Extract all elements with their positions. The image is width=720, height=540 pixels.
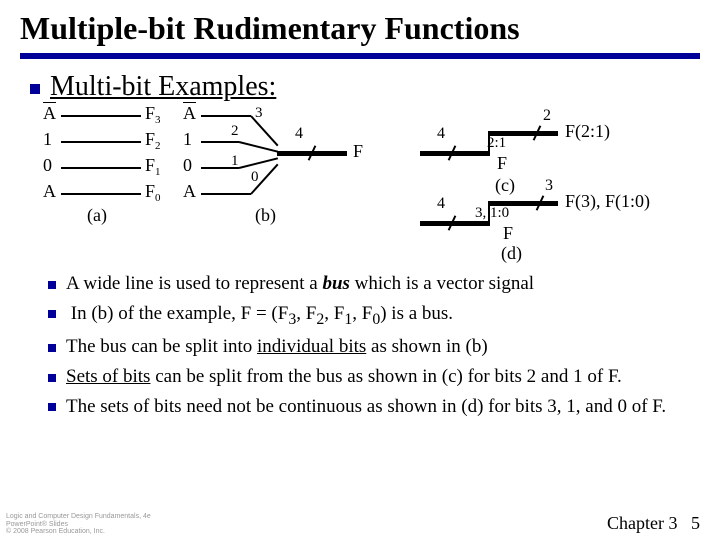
c-out-width: 2 [543, 107, 551, 125]
page-number: 5 [691, 513, 700, 533]
caption-c: (c) [495, 175, 515, 196]
bus-slash-icon [445, 146, 459, 160]
a-out-0: F3 [145, 103, 161, 124]
diag [250, 115, 278, 146]
wire [201, 115, 251, 117]
b-in-2: 0 [183, 155, 192, 176]
title-rule [20, 53, 700, 59]
b-in-0: A [183, 103, 196, 124]
heading-text: Multi-bit Examples: [50, 71, 276, 102]
b-n2: 2 [231, 123, 239, 140]
d-sel: 3, 1:0 [475, 205, 509, 222]
diag [239, 141, 278, 153]
chapter-label: Chapter 3 [607, 513, 677, 533]
footer-copyright: Logic and Computer Design Fundamentals, … [6, 513, 151, 536]
c-Fmid: F [497, 153, 507, 174]
b-width: 4 [295, 125, 303, 143]
wire [61, 167, 141, 169]
b-in-3: A [183, 181, 196, 202]
a-in-3: A [43, 181, 56, 202]
b-n1: 1 [231, 153, 239, 170]
d-Fout: F(3), F(1:0) [565, 191, 650, 212]
wire [201, 193, 251, 195]
a-out-3: F0 [145, 181, 161, 202]
diagram: A F3 1 F2 0 F1 A F0 (a) A 1 0 A 3 2 1 0 … [25, 103, 705, 253]
d-in-width: 4 [437, 195, 445, 213]
a-out-1: F2 [145, 129, 161, 150]
bullet-3: The bus can be split into individual bit… [48, 335, 680, 359]
d-out-width: 3 [545, 177, 553, 195]
footer-page: Chapter 3 5 [607, 513, 700, 534]
wire [61, 141, 141, 143]
d-Fmid: F [503, 223, 513, 244]
wire [61, 193, 141, 195]
bus-slash-icon [445, 216, 459, 230]
a-out-2: F1 [145, 155, 161, 176]
b-F: F [353, 141, 363, 162]
caption-b: (b) [255, 205, 276, 226]
caption-d: (d) [501, 243, 522, 264]
c-in-width: 4 [437, 125, 445, 143]
section-heading: Multi-bit Examples: [0, 71, 720, 103]
b-in-1: 1 [183, 129, 192, 150]
c-sel: 2:1 [487, 135, 506, 152]
wire [61, 115, 141, 117]
a-in-0: A [43, 103, 56, 124]
bus-slash-icon [305, 146, 319, 160]
bullet-icon [30, 84, 40, 94]
caption-a: (a) [87, 205, 107, 226]
bullet-5: The sets of bits need not be continuous … [48, 395, 680, 419]
bullet-1: A wide line is used to represent a bus w… [48, 272, 680, 296]
bus-slash-icon [530, 126, 544, 140]
a-in-2: 0 [43, 155, 52, 176]
a-in-1: 1 [43, 129, 52, 150]
bullet-2: In (b) of the example, F = (F3, F2, F1, … [48, 302, 680, 330]
bullet-list: A wide line is used to represent a bus w… [0, 272, 720, 419]
wire [201, 141, 239, 143]
slide-title: Multiple-bit Rudimentary Functions [0, 0, 720, 51]
bullet-4: Sets of bits can be split from the bus a… [48, 365, 680, 389]
bus-slash-icon [533, 196, 547, 210]
c-Fout: F(2:1) [565, 121, 610, 142]
